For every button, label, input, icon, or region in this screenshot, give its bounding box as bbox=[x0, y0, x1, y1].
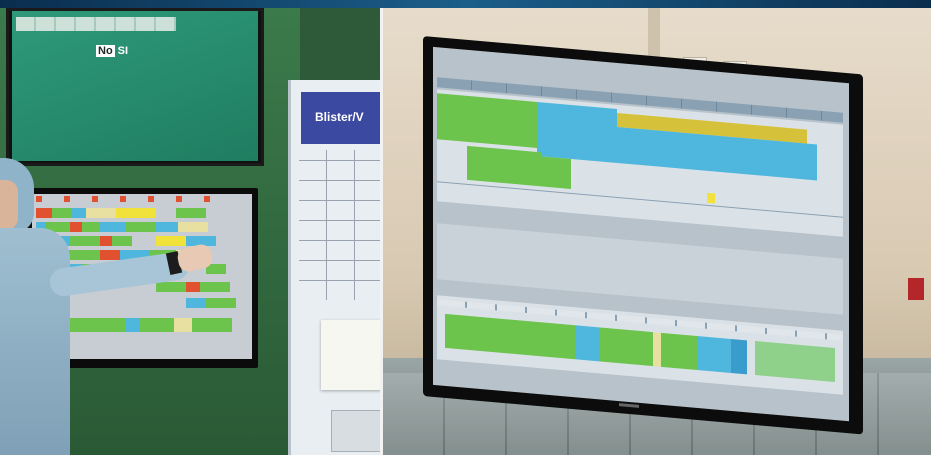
utilization-panel bbox=[437, 295, 843, 395]
gantt-bar bbox=[541, 156, 571, 189]
utilization-bar bbox=[697, 335, 731, 373]
operator-person bbox=[0, 158, 215, 455]
whiteboard-header: Blister/V bbox=[301, 92, 380, 144]
top-monitor-label-box: No bbox=[96, 45, 115, 57]
monitor-brand-mark bbox=[619, 403, 639, 408]
utilization-bar bbox=[599, 327, 653, 367]
top-monitor-label: No SI bbox=[96, 45, 128, 57]
schedule-monitor-right-screen bbox=[433, 46, 849, 422]
utilization-bar bbox=[755, 341, 835, 383]
top-monitor: No SI bbox=[6, 8, 264, 166]
right-photo bbox=[383, 8, 931, 455]
top-monitor-tabs bbox=[16, 17, 176, 31]
left-photo: Blister/V No SI bbox=[0, 8, 380, 455]
utilization-bar bbox=[661, 332, 697, 370]
gantt-gridline bbox=[437, 181, 843, 218]
marker-icon bbox=[707, 192, 715, 204]
schedule-monitor-right bbox=[423, 36, 863, 435]
whiteboard-grid bbox=[299, 150, 380, 300]
gantt-bar bbox=[467, 145, 541, 187]
top-monitor-label-suffix: SI bbox=[117, 45, 129, 57]
utilization-bar bbox=[653, 332, 661, 367]
whiteboard-pocket bbox=[331, 410, 380, 452]
top-banner bbox=[0, 0, 931, 8]
utilization-bar bbox=[731, 338, 747, 375]
red-label bbox=[908, 278, 924, 300]
person-body bbox=[0, 228, 70, 455]
gantt-bar bbox=[437, 93, 537, 148]
utilization-bar bbox=[445, 313, 575, 360]
person-face bbox=[0, 180, 18, 230]
top-monitor-screen: No SI bbox=[12, 11, 258, 161]
whiteboard-paper bbox=[321, 320, 380, 390]
whiteboard: Blister/V bbox=[288, 80, 380, 455]
utilization-bar bbox=[575, 325, 599, 362]
